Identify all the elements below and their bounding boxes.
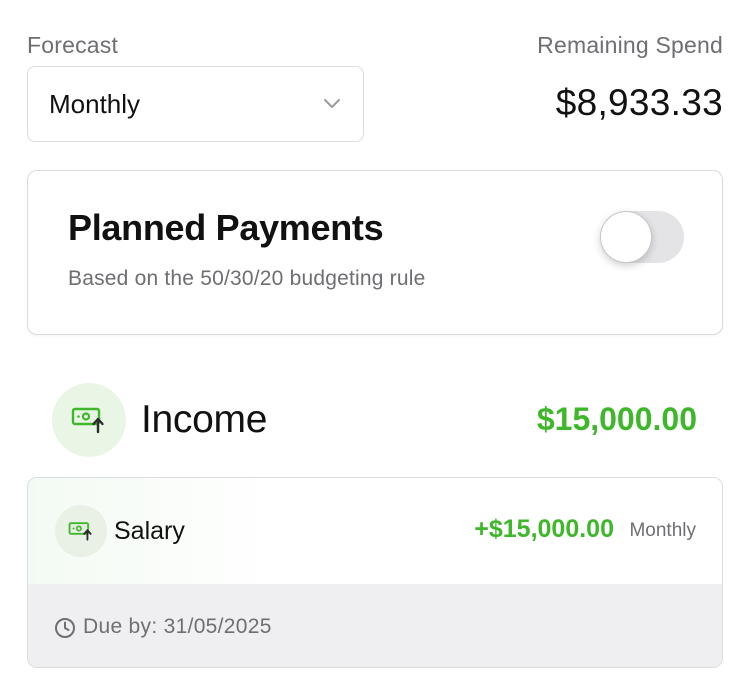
income-total: $15,000.00	[536, 401, 697, 437]
planned-payments-subtitle: Based on the 50/30/20 budgeting rule	[68, 267, 426, 290]
income-item-row[interactable]: Salary +$15,000.00 Monthly	[28, 478, 722, 584]
due-date-text: Due by: 31/05/2025	[83, 615, 272, 638]
income-item-frequency: Monthly	[629, 520, 696, 541]
income-title: Income	[141, 398, 268, 441]
forecast-period-value: Monthly	[49, 88, 141, 119]
budget-forecast-screen: Forecast Remaining Spend Monthly $8,933.…	[0, 0, 750, 683]
money-up-icon	[68, 522, 92, 541]
clock-icon	[55, 618, 75, 638]
planned-payments-toggle[interactable]	[600, 211, 684, 263]
forecast-label: Forecast	[27, 32, 119, 58]
money-up-icon	[71, 407, 104, 434]
income-item-card[interactable]: Salary +$15,000.00 Monthly Due by: 31/05…	[27, 477, 723, 668]
forecast-period-select[interactable]: Monthly	[27, 66, 364, 142]
due-date-row: Due by: 31/05/2025	[28, 584, 722, 667]
remaining-spend-amount: $8,933.33	[555, 82, 723, 123]
remaining-spend-label: Remaining Spend	[537, 32, 723, 58]
chevron-down-icon	[324, 99, 340, 108]
toggle-knob	[600, 211, 652, 263]
income-item-name: Salary	[114, 517, 185, 545]
planned-payments-card: Planned Payments Based on the 50/30/20 b…	[27, 170, 723, 335]
salary-icon-badge	[55, 505, 107, 557]
income-icon-badge	[52, 383, 126, 457]
income-item-amount: +$15,000.00	[474, 515, 614, 543]
planned-payments-title: Planned Payments	[68, 207, 384, 248]
